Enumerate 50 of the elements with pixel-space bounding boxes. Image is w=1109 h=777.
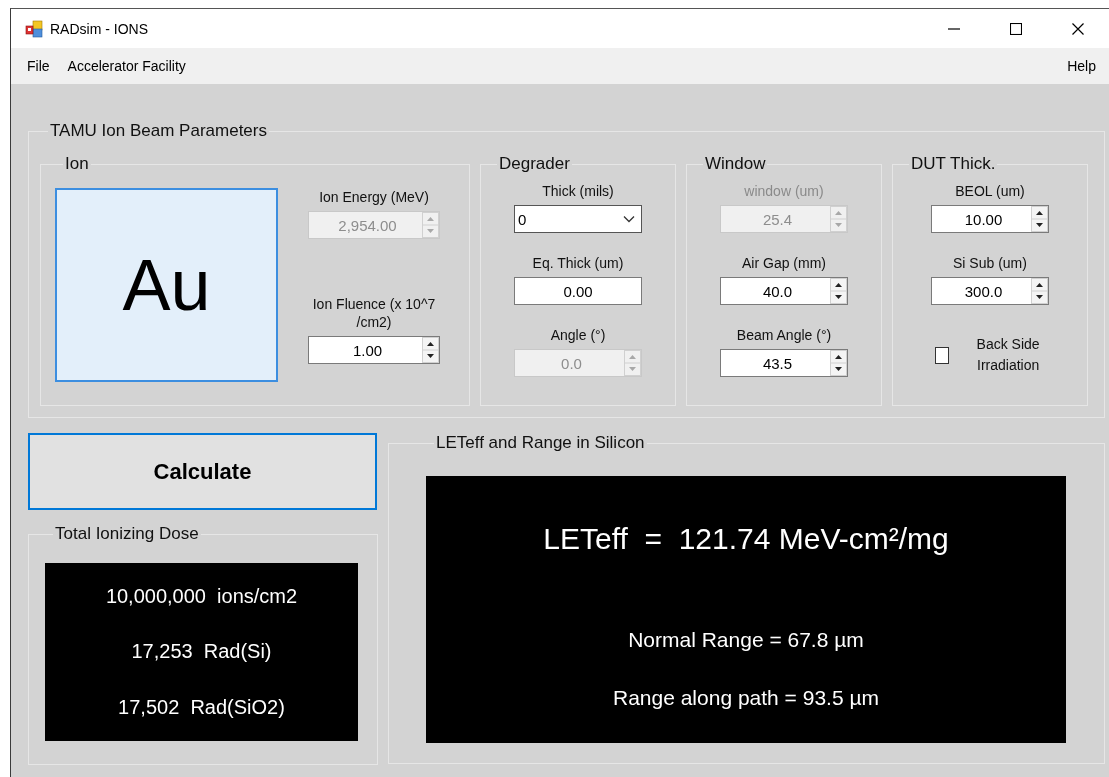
checkbox[interactable] xyxy=(935,346,950,364)
checkbox-label: Back Side Irradiation xyxy=(975,335,1041,375)
spin-arrows-icon xyxy=(422,337,439,363)
spin-arrows-icon xyxy=(624,350,641,376)
let-reading: LETeff = 121.74 MeV-cm²/mg xyxy=(543,522,949,556)
group-title: Total Ionizing Dose xyxy=(54,524,200,544)
spin-arrows-icon xyxy=(1031,278,1048,304)
spin-arrows-icon xyxy=(830,278,847,304)
field-label: Ion Fluence (x 10^7 /cm2) xyxy=(311,295,437,331)
number-spinner[interactable]: 43.5 xyxy=(720,349,848,377)
field-label: BEOL (um) xyxy=(955,182,1025,200)
group-title: TAMU Ion Beam Parameters xyxy=(49,121,268,141)
group-title: Ion xyxy=(64,154,90,174)
app-icon xyxy=(25,19,43,38)
maximize-icon xyxy=(1010,22,1022,35)
field-label: Beam Angle (°) xyxy=(736,326,832,344)
menu-item[interactable]: Help xyxy=(1058,55,1105,77)
dropdown[interactable]: 0 xyxy=(514,205,642,233)
field-label: Angle (°) xyxy=(550,326,606,344)
dose-reading: 10,000,000 ions/cm2 xyxy=(105,585,298,609)
spin-arrows-icon xyxy=(830,206,847,232)
input-field[interactable]: 0.00 xyxy=(514,277,642,305)
close-icon xyxy=(1072,22,1084,35)
chevron-down-icon xyxy=(623,215,635,223)
dose-reading: 17,502 Rad(SiO2) xyxy=(118,695,285,719)
field-label: Eq. Thick (um) xyxy=(532,254,624,272)
spin-arrows-icon xyxy=(830,350,847,376)
ion-symbol: Au xyxy=(55,188,278,382)
group-title: DUT Thick. xyxy=(910,154,997,174)
number-spinner[interactable]: 40.0 xyxy=(720,277,848,305)
field-label: Si Sub (um) xyxy=(953,254,1027,272)
menu-item[interactable]: Accelerator Facility xyxy=(58,55,195,77)
range-reading: Range along path = 93.5 µm xyxy=(612,686,879,710)
group-title: Degrader xyxy=(498,154,571,174)
calculate-button[interactable]: Calculate xyxy=(28,433,377,510)
dose-reading: 17,253 Rad(Si) xyxy=(131,640,272,664)
group-title: Window xyxy=(704,154,767,174)
window-title: RADsim - IONS xyxy=(50,20,149,37)
range-reading: Normal Range = 67.8 µm xyxy=(628,628,864,652)
menu-item[interactable]: File xyxy=(18,55,59,77)
field-label: Ion Energy (MeV) xyxy=(319,188,429,206)
field-label: window (um) xyxy=(744,182,824,200)
field-label: Thick (mils) xyxy=(542,182,614,200)
group-title: LETeff and Range in Silicon xyxy=(435,433,646,453)
number-spinner[interactable]: 300.0 xyxy=(931,277,1049,305)
number-spinner[interactable]: 10.00 xyxy=(931,205,1049,233)
spin-arrows-icon xyxy=(1031,206,1048,232)
field-label: Air Gap (mm) xyxy=(742,254,826,272)
spin-arrows-icon xyxy=(422,212,439,238)
number-spinner[interactable]: 1.00 xyxy=(308,336,440,364)
